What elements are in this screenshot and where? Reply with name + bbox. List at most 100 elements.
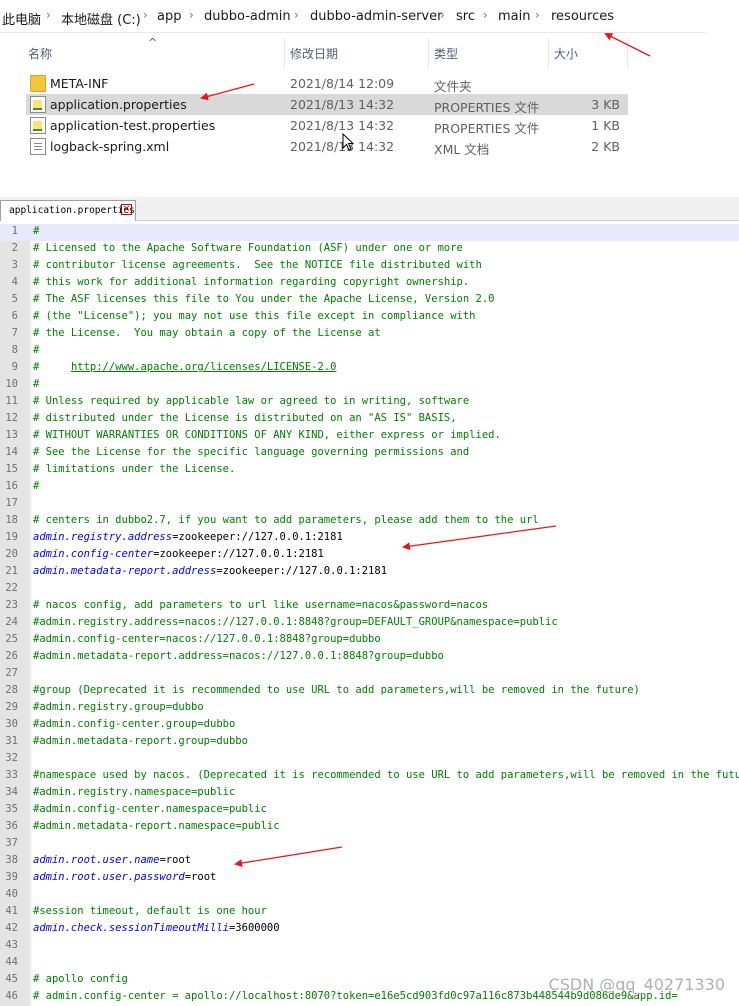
line-number: 12 bbox=[5, 412, 18, 424]
code-line[interactable]: 23 # nacos config, add parameters to url … bbox=[0, 598, 739, 615]
code-line[interactable]: 17 bbox=[0, 496, 739, 513]
column-divider[interactable] bbox=[627, 38, 628, 68]
line-number: 21 bbox=[5, 565, 18, 577]
code-line[interactable]: 14 # See the License for the specific lan… bbox=[0, 445, 739, 462]
file-size: 2 KB bbox=[591, 139, 620, 154]
code-text: # this work for additional information r… bbox=[33, 276, 470, 288]
line-number: 24 bbox=[5, 616, 18, 628]
breadcrumb-item-main[interactable]: main bbox=[498, 9, 530, 24]
code-line[interactable]: 33 #namespace used by nacos. (Deprecated … bbox=[0, 768, 739, 785]
code-line[interactable]: 16 # bbox=[0, 479, 739, 496]
breadcrumb-item-resources[interactable]: resources bbox=[551, 9, 614, 24]
code-text: admin.check.sessionTimeoutMilli=3600000 bbox=[33, 922, 280, 934]
column-header: ^ 名称 修改日期 类型 大小 bbox=[0, 34, 628, 72]
column-type[interactable]: 类型 bbox=[434, 45, 458, 62]
line-number: 16 bbox=[5, 480, 18, 492]
code-line[interactable]: 22 bbox=[0, 581, 739, 598]
file-row-application-test-properties[interactable]: application-test.properties 2021/8/13 14… bbox=[26, 115, 628, 136]
column-name[interactable]: 名称 bbox=[28, 45, 52, 62]
code-line[interactable]: 40 bbox=[0, 887, 739, 904]
file-name: logback-spring.xml bbox=[50, 139, 170, 154]
file-row-logback-spring-xml[interactable]: logback-spring.xml 2021/8/13 14:32 XML 文… bbox=[26, 136, 628, 157]
code-line[interactable]: 31 #admin.metadata-report.group=dubbo bbox=[0, 734, 739, 751]
code-line[interactable]: 6 # (the "License"); you may not use this… bbox=[0, 309, 739, 326]
code-line[interactable]: 32 bbox=[0, 751, 739, 768]
code-editor[interactable]: 1 #2 # Licensed to the Apache Software Fou… bbox=[0, 224, 739, 1006]
code-line[interactable]: 13 # WITHOUT WARRANTIES OR CONDITIONS OF … bbox=[0, 428, 739, 445]
code-line[interactable]: 7 # the License. You may obtain a copy of… bbox=[0, 326, 739, 343]
code-text: # bbox=[33, 225, 40, 237]
code-line[interactable]: 25 #admin.config-center=nacos://127.0.0.1… bbox=[0, 632, 739, 649]
code-line[interactable]: 18 # centers in dubbo2.7, if you want to … bbox=[0, 513, 739, 530]
breadcrumb-item-dubbo-admin[interactable]: dubbo-admin bbox=[204, 9, 291, 24]
line-number: 2 bbox=[11, 242, 18, 254]
file-type: PROPERTIES 文件 bbox=[434, 121, 540, 136]
code-text: # bbox=[33, 344, 40, 356]
code-line[interactable]: 12 # distributed under the License is dis… bbox=[0, 411, 739, 428]
close-icon[interactable]: × bbox=[121, 204, 132, 215]
chevron-right-icon[interactable]: › bbox=[143, 8, 148, 22]
breadcrumb-item-this-pc[interactable]: 此电脑 bbox=[2, 9, 41, 28]
code-text: admin.root.user.name=root bbox=[33, 854, 192, 866]
code-line[interactable]: 19 admin.registry.address=zookeeper://127… bbox=[0, 530, 739, 547]
tab-application-properties[interactable]: application.properties × bbox=[0, 200, 136, 221]
code-line[interactable]: 35 #admin.config-center.namespace=public bbox=[0, 802, 739, 819]
code-text: #group (Deprecated it is recommended to … bbox=[33, 684, 640, 696]
file-date: 2021/8/13 14:32 bbox=[290, 97, 395, 112]
chevron-right-icon[interactable]: › bbox=[46, 8, 51, 22]
chevron-right-icon[interactable]: › bbox=[535, 8, 540, 22]
line-number: 26 bbox=[5, 650, 18, 662]
folder-icon bbox=[30, 75, 46, 92]
code-line[interactable]: 42 admin.check.sessionTimeoutMilli=360000… bbox=[0, 921, 739, 938]
code-line[interactable]: 34 #admin.registry.namespace=public bbox=[0, 785, 739, 802]
chevron-right-icon[interactable]: › bbox=[440, 8, 445, 22]
code-line[interactable]: 26 #admin.metadata-report.address=nacos:/… bbox=[0, 649, 739, 666]
breadcrumb-item-dubbo-admin-server[interactable]: dubbo-admin-server bbox=[310, 9, 442, 24]
code-line[interactable]: 43 bbox=[0, 938, 739, 955]
code-line[interactable]: 44 bbox=[0, 955, 739, 972]
code-line[interactable]: 41 #session timeout, default is one hour bbox=[0, 904, 739, 921]
code-line[interactable]: 11 # Unless required by applicable law or… bbox=[0, 394, 739, 411]
breadcrumb-item-src[interactable]: src bbox=[456, 9, 475, 24]
code-line[interactable]: 3 # contributor license agreements. See t… bbox=[0, 258, 739, 275]
code-line[interactable]: 37 bbox=[0, 836, 739, 853]
code-line[interactable]: 24 #admin.registry.address=nacos://127.0.… bbox=[0, 615, 739, 632]
code-line[interactable]: 9 # http://www.apache.org/licenses/LICENS… bbox=[0, 360, 739, 377]
column-divider[interactable] bbox=[548, 38, 549, 68]
file-row-meta-inf[interactable]: META-INF 2021/8/14 12:09 文件夹 bbox=[26, 73, 628, 94]
column-date[interactable]: 修改日期 bbox=[290, 45, 338, 62]
code-line[interactable]: 1 # bbox=[0, 224, 739, 241]
code-line[interactable]: 29 #admin.registry.group=dubbo bbox=[0, 700, 739, 717]
column-divider[interactable] bbox=[428, 38, 429, 68]
code-line[interactable]: 2 # Licensed to the Apache Software Found… bbox=[0, 241, 739, 258]
column-divider[interactable] bbox=[284, 38, 285, 68]
code-line[interactable]: 28 #group (Deprecated it is recommended t… bbox=[0, 683, 739, 700]
code-line[interactable]: 10 # bbox=[0, 377, 739, 394]
breadcrumb-item-app[interactable]: app bbox=[157, 9, 181, 24]
code-line[interactable]: 39 admin.root.user.password=root bbox=[0, 870, 739, 887]
file-type: 文件夹 bbox=[434, 79, 472, 94]
file-row-application-properties[interactable]: application.properties 2021/8/13 14:32 P… bbox=[26, 94, 628, 115]
chevron-right-icon[interactable]: › bbox=[294, 8, 299, 22]
column-size[interactable]: 大小 bbox=[554, 45, 578, 62]
code-line[interactable]: 8 # bbox=[0, 343, 739, 360]
file-size: 3 KB bbox=[591, 97, 620, 112]
code-line[interactable]: 36 #admin.metadata-report.namespace=publi… bbox=[0, 819, 739, 836]
code-line[interactable]: 4 # this work for additional information … bbox=[0, 275, 739, 292]
code-line[interactable]: 15 # limitations under the License. bbox=[0, 462, 739, 479]
code-line[interactable]: 30 #admin.config-center.group=dubbo bbox=[0, 717, 739, 734]
chevron-right-icon[interactable]: › bbox=[189, 8, 194, 22]
code-text: # contributor license agreements. See th… bbox=[33, 259, 482, 271]
line-number: 8 bbox=[11, 344, 18, 356]
code-text: admin.metadata-report.address=zookeeper:… bbox=[33, 565, 388, 577]
code-line[interactable]: 21 admin.metadata-report.address=zookeepe… bbox=[0, 564, 739, 581]
code-line[interactable]: 20 admin.config-center=zookeeper://127.0.… bbox=[0, 547, 739, 564]
code-line[interactable]: 5 # The ASF licenses this file to You und… bbox=[0, 292, 739, 309]
watermark: CSDN @qq_40271330 bbox=[548, 975, 725, 994]
code-line[interactable]: 27 bbox=[0, 666, 739, 683]
line-number: 15 bbox=[5, 463, 18, 475]
code-text: # Unless required by applicable law or a… bbox=[33, 395, 470, 407]
chevron-right-icon[interactable]: › bbox=[483, 8, 488, 22]
code-line[interactable]: 38 admin.root.user.name=root bbox=[0, 853, 739, 870]
breadcrumb-item-local-disk[interactable]: 本地磁盘 (C:) bbox=[61, 9, 141, 28]
